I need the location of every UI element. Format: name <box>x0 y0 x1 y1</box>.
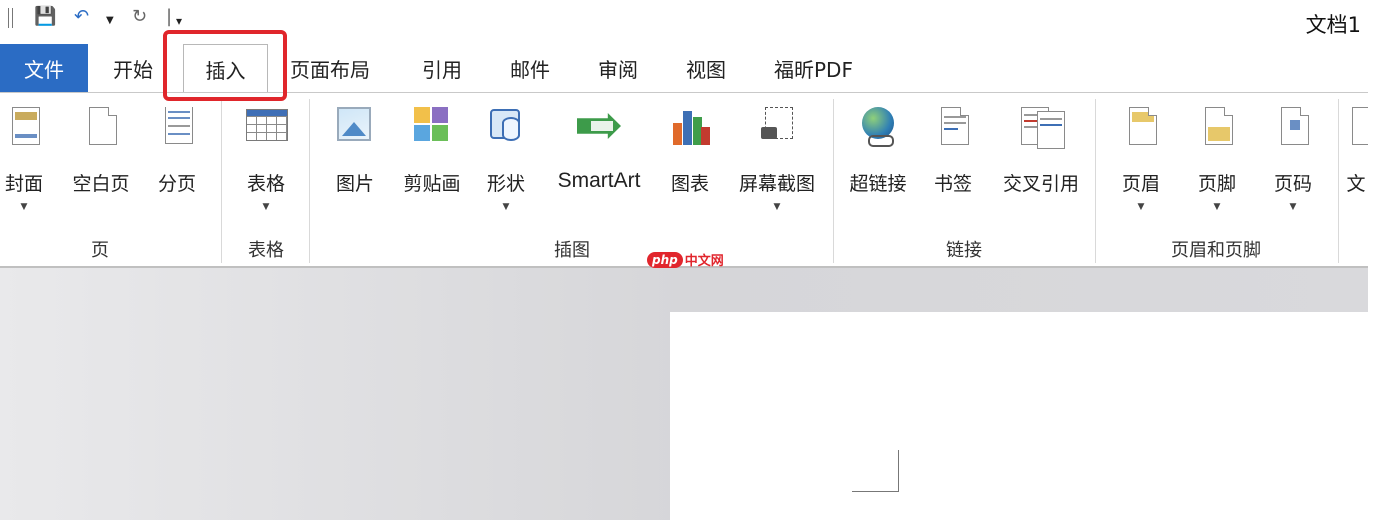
tab-review[interactable]: 审阅 <box>598 44 638 92</box>
smartart-icon <box>577 113 621 139</box>
header-button[interactable]: 页眉 ▼ <box>1116 93 1166 212</box>
text-box-label: 文 <box>1346 173 1366 195</box>
text-box-icon <box>1352 107 1368 145</box>
toolbar-grip <box>8 8 13 28</box>
group-separator <box>221 99 222 263</box>
chevron-down-icon: ▼ <box>1137 202 1145 212</box>
cover-page-button[interactable]: 封面 ▼ <box>0 93 52 212</box>
cross-reference-button[interactable]: 交叉引用 <box>994 93 1088 196</box>
customize-icon[interactable]: ▾ <box>176 10 182 32</box>
tab-foxit-pdf[interactable]: 福昕PDF <box>774 44 853 92</box>
cover-page-icon <box>12 107 40 145</box>
page-break-icon <box>165 107 193 144</box>
chevron-down-icon: ▼ <box>1289 202 1297 212</box>
chart-label: 图表 <box>670 173 709 195</box>
chevron-down-icon: ▼ <box>20 202 28 212</box>
watermark: php 中文网 <box>647 250 724 269</box>
window-edge <box>1368 268 1381 520</box>
table-icon <box>246 109 288 141</box>
undo-dropdown-icon[interactable]: ▼ <box>106 10 114 32</box>
tab-view[interactable]: 视图 <box>686 44 726 92</box>
chart-icon <box>670 105 710 149</box>
smartart-button[interactable]: SmartArt <box>547 93 651 193</box>
group-separator <box>1338 99 1339 263</box>
insert-tab-highlight <box>163 30 287 101</box>
clip-art-button[interactable]: 剪贴画 <box>396 93 468 196</box>
page-number-icon <box>1281 107 1309 145</box>
tab-mailings[interactable]: 邮件 <box>510 44 550 92</box>
group-label-pages: 页 <box>91 240 109 261</box>
group-label-links: 链接 <box>946 240 982 261</box>
page-break-label: 分页 <box>157 173 196 195</box>
picture-label: 图片 <box>335 173 374 195</box>
picture-icon <box>337 107 371 141</box>
shapes-icon <box>486 105 526 149</box>
cross-reference-label: 交叉引用 <box>1002 173 1079 195</box>
blank-page-icon <box>89 107 117 145</box>
group-label-tables: 表格 <box>248 240 284 261</box>
shapes-label: 形状 <box>486 173 525 195</box>
watermark-text: 中文网 <box>684 254 724 269</box>
blank-page-label: 空白页 <box>72 173 130 195</box>
cross-reference-icon <box>1021 105 1065 149</box>
hyperlink-button[interactable]: 超链接 <box>842 93 914 196</box>
margin-marker <box>898 450 899 492</box>
bookmark-button[interactable]: 书签 <box>928 93 978 196</box>
screenshot-icon <box>757 105 797 149</box>
text-box-button[interactable]: 文 <box>1344 93 1368 196</box>
clip-art-icon <box>412 105 452 149</box>
undo-icon[interactable]: ↶ <box>74 6 89 28</box>
page-break-button[interactable]: 分页 <box>152 93 202 196</box>
cover-page-label: 封面 <box>4 173 43 195</box>
footer-label: 页脚 <box>1197 173 1236 195</box>
header-icon <box>1129 107 1157 145</box>
footer-icon <box>1205 107 1233 145</box>
watermark-badge: php <box>647 251 683 268</box>
chevron-down-icon: ▼ <box>502 202 510 212</box>
document-title: 文档1 <box>1305 13 1361 37</box>
picture-button[interactable]: 图片 <box>330 93 380 196</box>
table-button[interactable]: 表格 ▼ <box>240 93 292 212</box>
ribbon-insert: 封面 ▼ 空白页 分页 页 表格 ▼ 表格 图片 剪贴画 形状 ▼ SmartA… <box>0 92 1368 268</box>
chart-button[interactable]: 图表 <box>665 93 715 196</box>
screenshot-button[interactable]: 屏幕截图 ▼ <box>730 93 824 212</box>
header-label: 页眉 <box>1121 173 1160 195</box>
document-page[interactable] <box>670 312 1368 520</box>
hyperlink-label: 超链接 <box>849 173 907 195</box>
group-separator <box>833 99 834 263</box>
page-number-label: 页码 <box>1273 173 1312 195</box>
smartart-label: SmartArt <box>557 169 641 192</box>
margin-marker <box>852 491 899 492</box>
bookmark-icon <box>941 107 969 145</box>
tab-home[interactable]: 开始 <box>113 44 153 92</box>
group-separator <box>1095 99 1096 263</box>
tab-file[interactable]: 文件 <box>0 44 88 92</box>
group-label-header-footer: 页眉和页脚 <box>1171 240 1261 261</box>
chevron-down-icon: ▼ <box>1213 202 1221 212</box>
clip-art-label: 剪贴画 <box>403 173 461 195</box>
tab-page-layout[interactable]: 页面布局 <box>290 44 370 92</box>
blank-page-button[interactable]: 空白页 <box>66 93 136 196</box>
hyperlink-icon <box>858 105 898 149</box>
redo-icon[interactable]: ↻ <box>132 6 147 28</box>
tab-references[interactable]: 引用 <box>422 44 462 92</box>
footer-button[interactable]: 页脚 ▼ <box>1192 93 1242 212</box>
save-icon[interactable]: 💾 <box>34 6 56 28</box>
group-separator <box>309 99 310 263</box>
table-label: 表格 <box>246 173 285 195</box>
screenshot-label: 屏幕截图 <box>738 173 815 195</box>
chevron-down-icon: ▼ <box>262 202 270 212</box>
shapes-button[interactable]: 形状 ▼ <box>481 93 531 212</box>
group-label-illustrations: 插图 <box>554 240 590 261</box>
bookmark-label: 书签 <box>933 173 972 195</box>
page-number-button[interactable]: 页码 ▼ <box>1268 93 1318 212</box>
chevron-down-icon: ▼ <box>773 202 781 212</box>
toolbar-separator: | <box>166 6 173 27</box>
